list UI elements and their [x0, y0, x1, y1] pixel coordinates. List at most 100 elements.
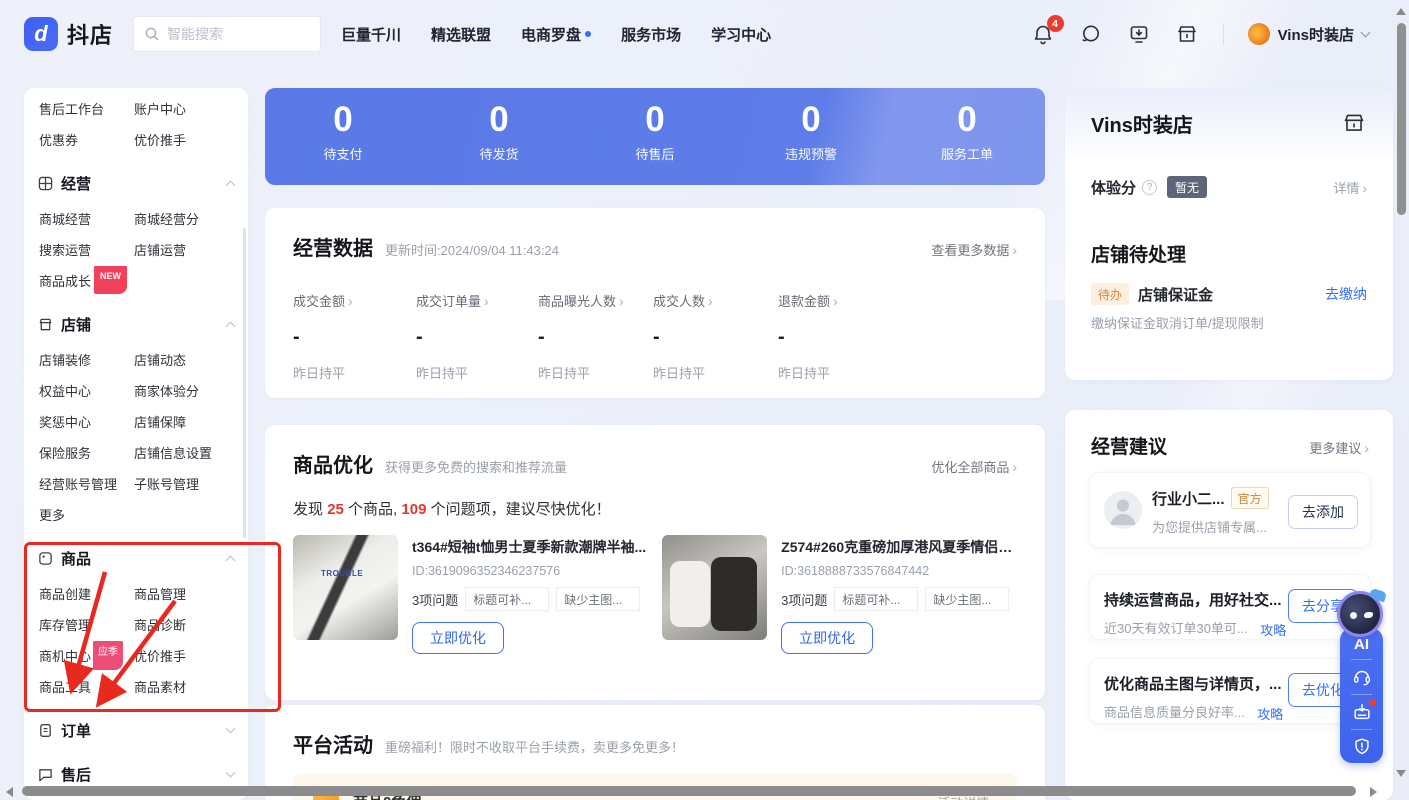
chevron-up-icon[interactable] — [226, 555, 236, 565]
douyin-store-logo-icon: d — [24, 17, 58, 51]
issue-tag[interactable]: 缺少主图... — [556, 587, 640, 611]
sidebar-item-store-operation[interactable]: 店铺运营 — [134, 235, 248, 266]
sidebar-item-search-operation[interactable]: 搜索运营 — [39, 235, 134, 266]
score-detail-link[interactable]: 详情› — [1333, 178, 1367, 197]
sidebar-section-store[interactable]: 店铺 — [24, 307, 248, 341]
notification-bell-icon[interactable]: 4 — [1031, 22, 1055, 46]
suggestion-desc: 商品信息质量分良好率... — [1104, 702, 1245, 721]
download-client-icon[interactable] — [1127, 22, 1151, 46]
sidebar-item-merchant-score[interactable]: 商家体验分 — [134, 376, 248, 407]
product-title[interactable]: t364#短袖t恤男士夏季新款潮牌半袖... — [412, 537, 646, 557]
nav-learning-center[interactable]: 学习中心 — [711, 24, 771, 45]
stat-violation-warning[interactable]: 0 违规预警 — [733, 88, 889, 185]
sidebar-item-price-promoter2[interactable]: 优价推手 — [134, 641, 248, 672]
metric-exposure-users[interactable]: 商品曝光人数› - 昨日持平 — [538, 291, 653, 382]
sidebar-item-opportunity-center[interactable]: 商机中心应季 — [39, 641, 134, 672]
chevron-right-icon: › — [619, 293, 624, 309]
go-pay-link[interactable]: 去缴纳 — [1325, 284, 1367, 304]
view-more-data-link[interactable]: 查看更多数据› — [931, 240, 1017, 259]
scroll-down-arrow[interactable] — [1396, 770, 1406, 777]
sidebar-scrollbar[interactable] — [243, 228, 246, 538]
ai-button[interactable]: AI — [1354, 636, 1369, 653]
vertical-scroll-thumb[interactable] — [1397, 23, 1406, 215]
sidebar-item-store-info-settings[interactable]: 店铺信息设置 — [134, 438, 248, 469]
experience-score-label: 体验分 — [1091, 177, 1136, 198]
horizontal-scroll-thumb[interactable] — [22, 786, 1356, 796]
shield-report-icon[interactable] — [1351, 736, 1373, 758]
sidebar-item-product-growth[interactable]: 商品成长NEW — [39, 266, 134, 297]
app-logo[interactable]: d 抖店 — [24, 17, 113, 51]
scroll-left-arrow[interactable] — [6, 787, 13, 797]
sidebar-item-mall-operation[interactable]: 商城经营 — [39, 204, 134, 235]
metric-buyers[interactable]: 成交人数› - 昨日持平 — [653, 291, 778, 382]
chevron-down-icon — [1361, 28, 1371, 38]
score-none-badge: 暂无 — [1167, 176, 1207, 198]
search-input[interactable] — [167, 26, 297, 42]
chevron-down-icon[interactable] — [226, 768, 236, 778]
strategy-link[interactable]: 攻略 — [1260, 623, 1286, 638]
nav-ecom-compass[interactable]: 电商罗盘 — [521, 24, 591, 45]
issue-tag[interactable]: 标题可补... — [834, 587, 918, 611]
sidebar-section-products[interactable]: 商品 — [24, 541, 248, 575]
account-menu[interactable]: Vins时装店 — [1248, 23, 1369, 45]
sidebar-item-aftersale-workbench[interactable]: 售后工作台 — [39, 94, 134, 125]
sidebar-item-more[interactable]: 更多 — [39, 500, 134, 531]
scroll-up-arrow[interactable] — [1396, 8, 1406, 15]
sidebar-item-product-diagnosis[interactable]: 商品诊断 — [134, 610, 248, 641]
stat-service-ticket[interactable]: 0 服务工单 — [889, 88, 1045, 185]
optimize-now-button[interactable]: 立即优化 — [781, 622, 873, 654]
sidebar-item-coupon[interactable]: 优惠券 — [39, 125, 134, 156]
sidebar-item-mall-score[interactable]: 商城经营分 — [134, 204, 248, 235]
nav-service-market[interactable]: 服务市场 — [621, 24, 681, 45]
product-title[interactable]: Z574#260克重磅加厚港风夏季情侣潮... — [781, 537, 1020, 557]
product-image[interactable] — [662, 535, 767, 640]
nav-qianchuan[interactable]: 巨量千川 — [341, 24, 401, 45]
stat-pending-payment[interactable]: 0 待支付 — [265, 88, 421, 185]
chevron-up-icon[interactable] — [226, 180, 236, 190]
nav-jingxuan-lianmeng[interactable]: 精选联盟 — [431, 24, 491, 45]
sidebar-item-reward-punishment[interactable]: 奖惩中心 — [39, 407, 134, 438]
chevron-right-icon: › — [833, 293, 838, 309]
chevron-down-icon[interactable] — [226, 724, 236, 734]
issue-tag[interactable]: 缺少主图... — [925, 587, 1009, 611]
sidebar-section-orders[interactable]: 订单 — [24, 713, 248, 747]
sidebar-item-store-protection[interactable]: 店铺保障 — [134, 407, 248, 438]
more-suggestions-link[interactable]: 更多建议› — [1309, 438, 1369, 457]
sidebar-item-product-manage[interactable]: 商品管理 — [134, 579, 248, 610]
issue-tag[interactable]: 标题可补... — [465, 587, 549, 611]
sidebar-item-product-tools[interactable]: 商品工具 — [39, 672, 134, 703]
go-add-button[interactable]: 去添加 — [1288, 495, 1358, 529]
sidebar-item-store-news[interactable]: 店铺动态 — [134, 345, 248, 376]
storefront-outline-icon[interactable] — [1341, 110, 1367, 136]
ai-assistant-mascot[interactable] — [1337, 591, 1383, 637]
sidebar-section-operations[interactable]: 经营 — [24, 166, 248, 200]
sidebar-item-rights-center[interactable]: 权益中心 — [39, 376, 134, 407]
sidebar-item-sub-account[interactable]: 子账号管理 — [134, 469, 248, 500]
stat-pending-shipment[interactable]: 0 待发货 — [421, 88, 577, 185]
search-box[interactable] — [133, 16, 321, 52]
inbox-download-icon[interactable] — [1351, 701, 1373, 723]
sidebar-item-insurance-service[interactable]: 保险服务 — [39, 438, 134, 469]
optimize-all-link[interactable]: 优化全部商品› — [931, 457, 1017, 476]
storefront-icon[interactable] — [1175, 22, 1199, 46]
metric-refund-amount[interactable]: 退款金额› - 昨日持平 — [778, 291, 898, 382]
sidebar-item-store-decoration[interactable]: 店铺装修 — [39, 345, 134, 376]
product-image[interactable]: TROUBLE — [293, 535, 398, 640]
sidebar-item-account-center[interactable]: 账户中心 — [134, 94, 248, 125]
metric-gmv[interactable]: 成交金额› - 昨日持平 — [293, 291, 416, 382]
scroll-right-arrow[interactable] — [1370, 787, 1377, 797]
question-help-icon[interactable]: ? — [1142, 180, 1157, 195]
stat-pending-aftersale[interactable]: 0 待售后 — [577, 88, 733, 185]
sidebar-item-product-create[interactable]: 商品创建 — [39, 579, 134, 610]
customer-service-icon[interactable] — [1079, 22, 1103, 46]
pending-section-title: 店铺待处理 — [1065, 198, 1393, 267]
sidebar-item-operation-account[interactable]: 经营账号管理 — [39, 469, 134, 500]
strategy-link[interactable]: 攻略 — [1257, 707, 1283, 722]
chevron-up-icon[interactable] — [226, 321, 236, 331]
metric-order-count[interactable]: 成交订单量› - 昨日持平 — [416, 291, 538, 382]
optimize-now-button[interactable]: 立即优化 — [412, 622, 504, 654]
sidebar-item-price-promoter[interactable]: 优价推手 — [134, 125, 248, 156]
sidebar-item-product-material[interactable]: 商品素材 — [134, 672, 248, 703]
headset-support-icon[interactable] — [1351, 666, 1373, 688]
sidebar-item-inventory-manage[interactable]: 库存管理 — [39, 610, 134, 641]
